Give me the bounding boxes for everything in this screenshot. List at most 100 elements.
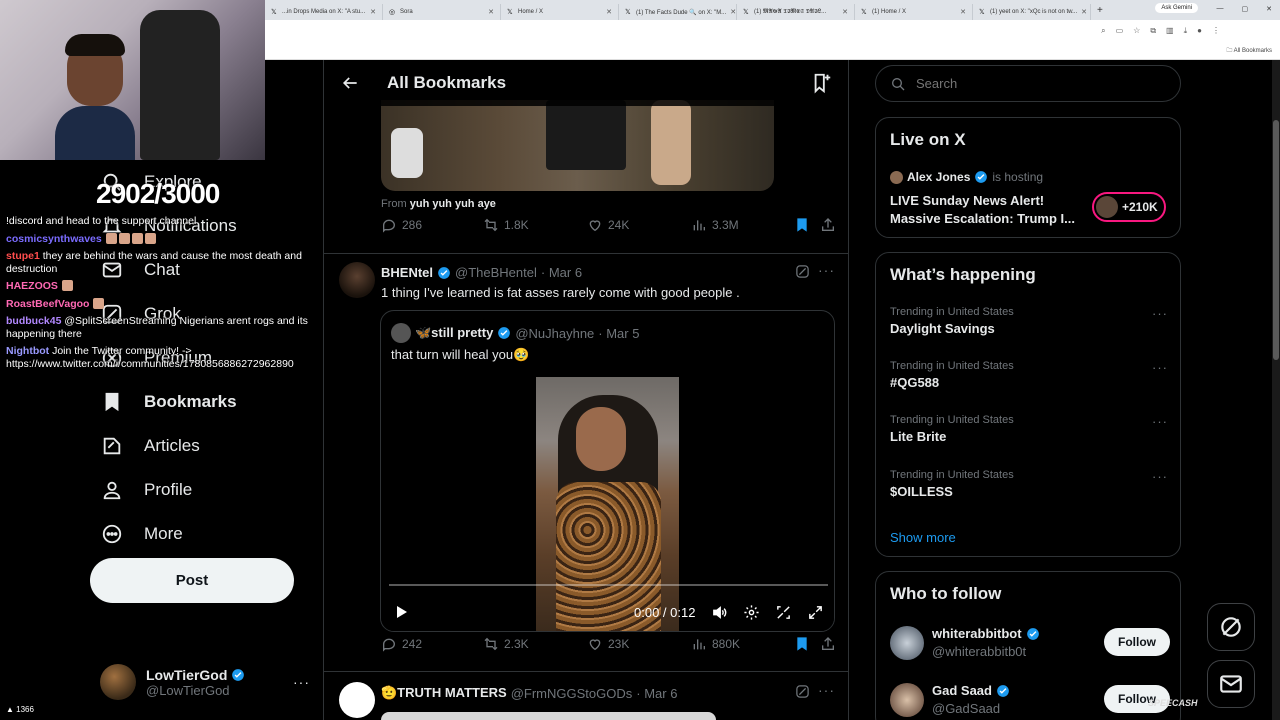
new-tab-button[interactable]: + [1091, 5, 1109, 16]
like-button[interactable]: 23K [587, 636, 629, 652]
tweet-media-image[interactable] [381, 100, 774, 191]
trend-item[interactable]: Trending in United States Lite Brite ··· [890, 414, 1168, 444]
fullscreen-icon[interactable] [807, 604, 824, 621]
more-icon[interactable]: ··· [293, 674, 310, 690]
show-more-link[interactable]: Show more [890, 530, 956, 545]
bookmark-filled-icon[interactable] [794, 636, 810, 652]
emote-icon [118, 232, 130, 244]
follow-suggestion[interactable]: Gad Saad @GadSaad Follow [890, 681, 1170, 720]
avatar [890, 626, 924, 660]
sidebar-icon[interactable]: ▥ [1166, 26, 1174, 36]
browser-tab[interactable]: 𝕏 (1) Home / X ✕ [855, 4, 973, 20]
more-icon[interactable]: ··· [818, 682, 835, 698]
more-icon[interactable]: ··· [1152, 469, 1168, 484]
live-host[interactable]: Alex Jones is hosting [890, 170, 1043, 184]
sidebar-item-profile[interactable]: Profile [90, 468, 320, 512]
quoted-tweet[interactable]: 🦋still pretty @NuJhayhne · Mar 5 that tu… [380, 310, 835, 632]
close-tab-icon[interactable]: ✕ [842, 8, 848, 16]
author-name[interactable]: BHENtel [381, 265, 433, 280]
browser-tab[interactable]: 𝕏 (1) yeet on X: "xQc is not on tw... ✕ [973, 4, 1091, 20]
live-listeners-pill[interactable]: +210K [1092, 192, 1166, 222]
browser-tab[interactable]: 𝕏 Home / X ✕ [501, 4, 619, 20]
menu-icon[interactable]: ⋮ [1212, 26, 1220, 36]
trend-item[interactable]: Trending in United States $OILLESS ··· [890, 469, 1168, 499]
tweet-date[interactable]: · Mar 6 [636, 686, 677, 701]
account-switcher[interactable]: LowTierGod @LowTierGod ··· [100, 662, 310, 702]
cast-icon[interactable]: ▭ [1116, 26, 1124, 36]
panel-title: What’s happening [890, 265, 1036, 284]
messages-float-button[interactable] [1207, 660, 1255, 708]
author-name[interactable]: 🫡TRUTH MATTERS [381, 685, 507, 701]
follow-button[interactable]: Follow [1104, 628, 1170, 656]
picture-in-picture-icon[interactable] [775, 604, 792, 621]
close-tab-icon[interactable]: ✕ [1081, 8, 1087, 16]
share-icon[interactable] [820, 217, 836, 233]
back-arrow-icon[interactable] [340, 73, 360, 93]
sidebar-item-bookmarks[interactable]: Bookmarks [90, 380, 320, 424]
sidebar-item-more[interactable]: More [90, 512, 320, 556]
browser-tab[interactable]: 𝕏 (1) The Facts Dude 🔍 on X: "M... ✕ [619, 4, 737, 20]
browser-tab[interactable]: ◎ Sora ✕ [383, 4, 501, 20]
star-icon[interactable]: ☆ [1133, 26, 1140, 36]
close-window-icon[interactable]: ✕ [1266, 5, 1272, 13]
search-icon[interactable]: ⌕ [1101, 26, 1105, 36]
media-source-user[interactable]: yuh yuh yuh aye [410, 198, 496, 210]
profile-icon[interactable]: ● [1197, 26, 1202, 36]
video-player[interactable]: 0:00 / 0:12 [381, 377, 834, 631]
repost-button[interactable]: 1.8K [483, 217, 529, 233]
repost-button[interactable]: 2.3K [483, 636, 529, 652]
emote-icon [93, 297, 105, 309]
volume-icon[interactable] [711, 604, 728, 621]
search-box[interactable] [875, 65, 1181, 102]
views-button[interactable]: 880K [691, 636, 740, 652]
panel-title: Who to follow [890, 584, 1002, 603]
share-icon[interactable] [820, 636, 836, 652]
close-tab-icon[interactable]: ✕ [606, 8, 612, 16]
author-handle[interactable]: @FrmNGGStoGODs [511, 686, 633, 701]
post-button[interactable]: Post [90, 558, 294, 603]
reply-button[interactable]: 242 [381, 636, 422, 652]
follow-suggestion[interactable]: whiterabbitbot @whiterabbitb0t Follow [890, 624, 1170, 664]
minimize-icon[interactable]: — [1217, 5, 1224, 13]
tweet-media-image[interactable] [381, 712, 716, 720]
settings-gear-icon[interactable] [743, 604, 760, 621]
close-tab-icon[interactable]: ✕ [730, 8, 736, 16]
more-icon[interactable]: ··· [1152, 306, 1168, 321]
live-space-title[interactable]: LIVE Sunday News Alert! Massive Escalati… [890, 192, 1090, 228]
avatar[interactable] [339, 262, 375, 298]
page-scrollbar[interactable] [1272, 60, 1280, 720]
trend-item[interactable]: Trending in United States #QG588 ··· [890, 360, 1168, 390]
sidebar-item-articles[interactable]: Articles [90, 424, 320, 468]
maximize-icon[interactable]: ▢ [1242, 5, 1249, 13]
grok-icon[interactable] [795, 264, 810, 279]
tweet-date[interactable]: · Mar 6 [541, 265, 582, 280]
avatar[interactable] [339, 682, 375, 718]
heart-icon [589, 220, 601, 232]
browser-tab[interactable]: 𝕏 (1) 𝕸𝕬𝕲𝕬 𝕿𝕴𝕸𝕰𝕾 𝕯𝕬𝕴𝕷... ✕ [737, 4, 855, 20]
views-button[interactable]: 3.3M [691, 217, 739, 233]
author-handle[interactable]: @TheBHentel [455, 265, 537, 280]
more-icon[interactable]: ··· [818, 262, 835, 278]
more-icon[interactable]: ··· [1152, 360, 1168, 375]
close-tab-icon[interactable]: ✕ [960, 8, 966, 16]
download-icon[interactable]: ⤓ [1184, 26, 1188, 36]
close-tab-icon[interactable]: ✕ [370, 8, 376, 16]
browser-tab[interactable]: 𝕏 ...in Drops Media on X: "A stu... ✕ [265, 4, 383, 20]
video-progress-bar[interactable] [389, 584, 828, 586]
close-tab-icon[interactable]: ✕ [488, 8, 494, 16]
ask-gemini-button[interactable]: Ask Gemini [1155, 3, 1198, 13]
bookmark-filled-icon[interactable] [794, 217, 810, 233]
more-icon[interactable]: ··· [1152, 414, 1168, 429]
extensions-icon[interactable]: ⧉ [1150, 26, 1156, 36]
video-frame [536, 377, 679, 631]
trend-item[interactable]: Trending in United States Daylight Savin… [890, 306, 1168, 336]
grok-icon[interactable] [795, 684, 810, 699]
who-to-follow-panel: Who to follow whiterabbitbot @whiterabbi… [875, 571, 1181, 720]
search-input[interactable] [916, 76, 1156, 91]
all-bookmarks-folder[interactable]: 🗀 All Bookmarks [1226, 46, 1272, 56]
bookmark-folder-add-icon[interactable] [811, 72, 833, 94]
like-button[interactable]: 24K [587, 217, 629, 233]
reply-button[interactable]: 286 [381, 217, 422, 233]
play-icon[interactable] [393, 604, 409, 620]
grok-float-button[interactable] [1207, 603, 1255, 651]
